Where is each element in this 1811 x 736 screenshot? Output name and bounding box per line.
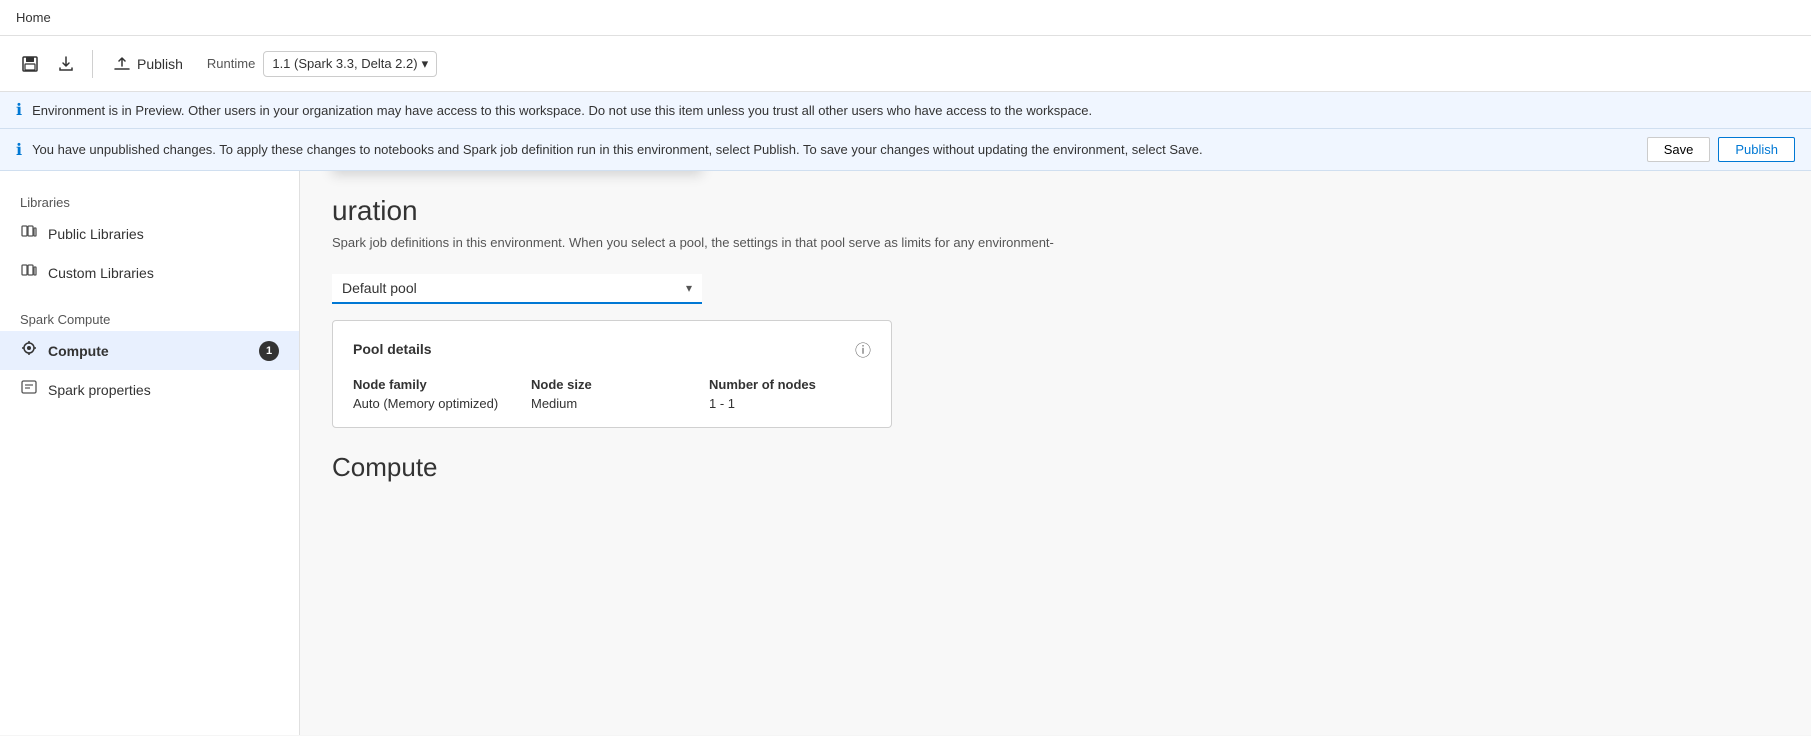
preview-banner-text: Environment is in Preview. Other users i… <box>32 103 1092 118</box>
compute-icon <box>20 339 38 362</box>
pool-dropdown-container: Starter pool ✓ Default pool Node family:… <box>332 274 702 304</box>
node-count-value: 1 - 1 <box>709 396 871 411</box>
runtime-dropdown[interactable]: 1.1 (Spark 3.3, Delta 2.2) ▾ <box>263 51 437 77</box>
info-icon-1: ℹ <box>16 100 22 120</box>
banner-actions: Save Publish <box>1647 137 1795 162</box>
top-nav: Home <box>0 0 1811 36</box>
pool-node-size: Node size Medium <box>531 377 693 411</box>
dropdown-chevron-icon: ▾ <box>686 281 692 295</box>
banner-publish-button[interactable]: Publish <box>1718 137 1795 162</box>
publish-button[interactable]: Publish <box>105 51 191 77</box>
node-size-label: Node size <box>531 377 693 392</box>
sidebar-item-spark-properties[interactable]: Spark properties <box>0 370 299 409</box>
content-description: Spark job definitions in this environmen… <box>332 235 1132 250</box>
public-libraries-icon <box>20 222 38 245</box>
sidebar-item-custom-libraries[interactable]: Custom Libraries <box>0 253 299 292</box>
pool-node-count: Number of nodes 1 - 1 <box>709 377 871 411</box>
spark-properties-icon <box>20 378 38 401</box>
pool-info-icon[interactable]: ⓘ <box>855 337 871 361</box>
unpublished-banner-text: You have unpublished changes. To apply t… <box>32 142 1203 157</box>
custom-libraries-icon <box>20 261 38 284</box>
runtime-label: Runtime <box>207 56 255 71</box>
spark-properties-label: Spark properties <box>48 382 151 398</box>
preview-banner: ℹ Environment is in Preview. Other users… <box>0 92 1811 129</box>
pool-details-header: Pool details ⓘ <box>353 337 871 361</box>
main-layout: Libraries Public Libraries Custom Librar… <box>0 171 1811 735</box>
pool-selected-value: Default pool <box>342 280 417 296</box>
custom-libraries-label: Custom Libraries <box>48 265 154 281</box>
pool-dropdown-trigger[interactable]: Default pool ▾ <box>332 274 702 304</box>
pool-details-title: Pool details <box>353 341 432 357</box>
runtime-value: 1.1 (Spark 3.3, Delta 2.2) <box>272 56 417 71</box>
node-size-value: Medium <box>531 396 693 411</box>
content-area: uration Spark job definitions in this en… <box>300 171 1811 735</box>
libraries-section-label: Libraries <box>0 187 299 214</box>
publish-label: Publish <box>137 56 183 72</box>
compute-label: Compute <box>48 343 109 359</box>
home-title: Home <box>16 10 51 25</box>
spark-compute-section-label: Spark Compute <box>0 304 299 331</box>
content-title: uration <box>332 195 1779 227</box>
info-icon-2: ℹ <box>16 140 22 160</box>
public-libraries-label: Public Libraries <box>48 226 144 242</box>
compute-section-heading: Compute <box>332 452 1779 483</box>
sidebar-item-compute[interactable]: Compute 1 <box>0 331 299 370</box>
export-button[interactable] <box>52 50 80 78</box>
toolbar: Publish Runtime 1.1 (Spark 3.3, Delta 2.… <box>0 36 1811 92</box>
pool-details-grid: Node family Auto (Memory optimized) Node… <box>353 377 871 411</box>
compute-badge: 1 <box>259 341 279 361</box>
runtime-chevron-icon: ▾ <box>422 56 429 72</box>
node-family-label: Node family <box>353 377 515 392</box>
sidebar: Libraries Public Libraries Custom Librar… <box>0 171 300 735</box>
pool-details-card: Pool details ⓘ Node family Auto (Memory … <box>332 320 892 428</box>
pool-node-family: Node family Auto (Memory optimized) <box>353 377 515 411</box>
banner-save-button[interactable]: Save <box>1647 137 1711 162</box>
unpublished-banner: ℹ You have unpublished changes. To apply… <box>0 129 1811 171</box>
sidebar-item-public-libraries[interactable]: Public Libraries <box>0 214 299 253</box>
save-button[interactable] <box>16 50 44 78</box>
toolbar-divider <box>92 50 93 78</box>
node-count-label: Number of nodes <box>709 377 871 392</box>
node-family-value: Auto (Memory optimized) <box>353 396 515 411</box>
